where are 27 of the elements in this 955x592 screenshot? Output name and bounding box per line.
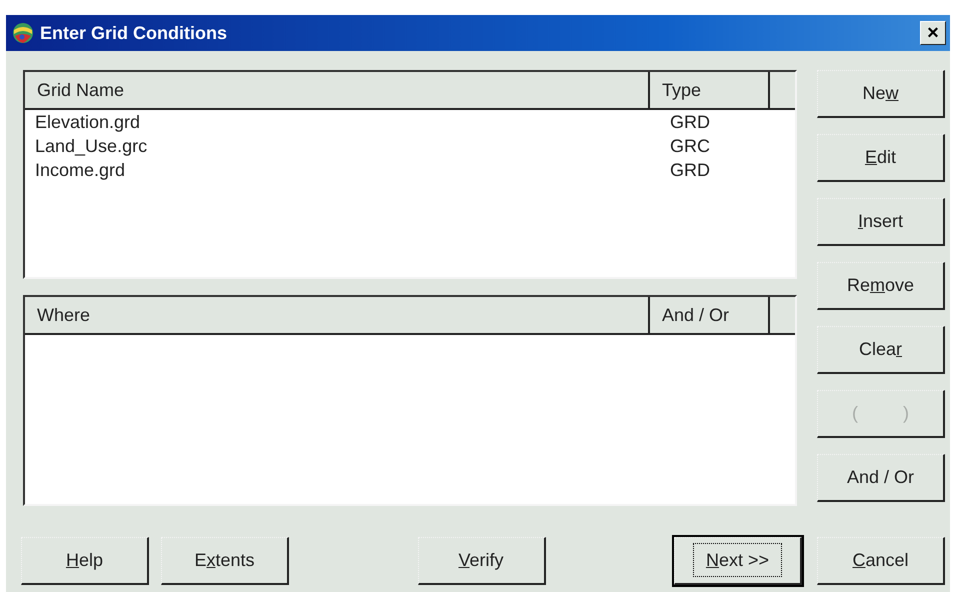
grid-row[interactable]: Elevation.grd GRD xyxy=(25,110,795,134)
dialog-button[interactable]: Extents xyxy=(161,537,289,585)
dialog-button[interactable]: Edit xyxy=(817,134,945,182)
column-header[interactable]: Type xyxy=(650,72,770,108)
grid-name-cell-text: Elevation.grd xyxy=(34,112,142,132)
column-header[interactable]: Where xyxy=(25,297,650,333)
close-button[interactable]: × xyxy=(920,21,946,45)
window-title: Enter Grid Conditions xyxy=(40,22,228,44)
grid-row[interactable]: Land_Use.grc GRC xyxy=(25,134,795,158)
type-cell-text: GRD xyxy=(670,112,711,132)
dialog-button[interactable]: And / Or xyxy=(817,454,945,502)
dialog-button[interactable]: Clear xyxy=(817,326,945,374)
dialog-button[interactable]: Help xyxy=(21,537,149,585)
dialog-button[interactable]: Next >> xyxy=(674,537,802,585)
dialog-button[interactable]: New xyxy=(817,70,945,118)
type-cell-text: GRC xyxy=(670,136,711,156)
column-header[interactable]: Grid Name xyxy=(25,72,650,108)
grid-name-cell-text: Income.grd xyxy=(34,160,126,180)
dialog-button[interactable]: Cancel xyxy=(817,537,945,585)
dialog-button[interactable]: Verify xyxy=(418,537,546,585)
type-cell-text: GRD xyxy=(670,160,711,180)
grid-row[interactable]: Income.grd GRD xyxy=(25,158,795,182)
globe-icon xyxy=(12,22,34,44)
dialog-button[interactable]: Remove xyxy=(817,262,945,310)
column-header[interactable]: And / Or xyxy=(650,297,770,333)
grid-name-cell-text: Land_Use.grc xyxy=(34,136,148,156)
dialog-button[interactable]: Insert xyxy=(817,198,945,246)
